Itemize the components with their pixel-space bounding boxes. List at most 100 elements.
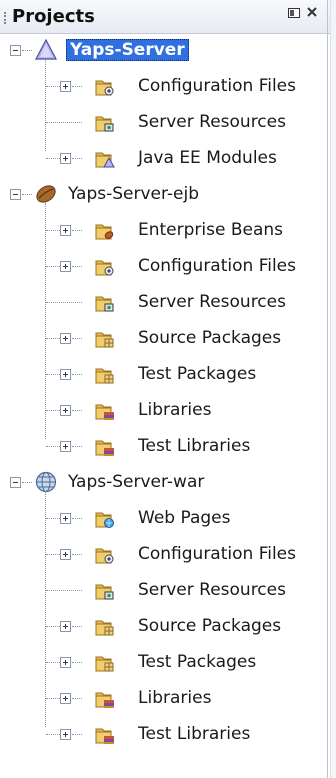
expand-toggle-icon[interactable] <box>60 405 71 416</box>
tree-connector <box>72 662 82 663</box>
tree-connector <box>72 266 82 267</box>
test-packages-folder-icon <box>94 652 116 674</box>
tree-node-label: Java EE Modules <box>138 148 277 168</box>
libraries-folder-icon <box>94 400 116 422</box>
collapse-toggle-icon[interactable] <box>10 45 21 56</box>
tree-node[interactable]: Configuration Files <box>0 249 326 283</box>
tree-connector <box>46 626 60 627</box>
tree-node-label: Server Resources <box>138 112 286 132</box>
tree-connector <box>72 446 82 447</box>
expand-toggle-icon[interactable] <box>60 729 71 740</box>
projects-panel: Projects Yaps-Server Configuration Files S… <box>0 0 336 778</box>
tree-node-label: Test Libraries <box>138 724 251 744</box>
expand-toggle-icon[interactable] <box>60 657 71 668</box>
tree-node[interactable]: Source Packages <box>0 321 326 355</box>
expand-toggle-icon[interactable] <box>60 549 71 560</box>
tree-connector <box>46 374 60 375</box>
collapse-toggle-icon[interactable] <box>10 477 21 488</box>
expand-toggle-icon[interactable] <box>60 693 71 704</box>
tree-connector <box>72 626 82 627</box>
tree-node-label: Server Resources <box>138 292 286 312</box>
enterprise-beans-folder-icon <box>94 220 116 242</box>
expand-toggle-icon[interactable] <box>60 333 71 344</box>
server-resources-folder-icon <box>94 112 116 134</box>
expand-toggle-icon[interactable] <box>60 441 71 452</box>
ear-project-icon <box>34 38 57 60</box>
tree-node[interactable]: Enterprise Beans <box>0 213 326 247</box>
tree-connector <box>46 446 60 447</box>
server-resources-folder-icon <box>94 292 116 314</box>
project-node[interactable]: Yaps-Server-ejb <box>0 177 326 211</box>
tree-connector <box>46 338 60 339</box>
web-pages-folder-icon <box>94 508 116 530</box>
tree-connector <box>72 338 82 339</box>
tree-connector <box>46 662 60 663</box>
expand-toggle-icon[interactable] <box>60 261 71 272</box>
tree-node[interactable]: Configuration Files <box>0 537 326 571</box>
tree-connector <box>46 158 60 159</box>
tree-connector <box>72 230 82 231</box>
tree-connector <box>46 266 60 267</box>
config-files-folder-icon <box>94 76 116 98</box>
tree-connector <box>72 410 82 411</box>
tree-connector <box>22 482 32 483</box>
config-files-folder-icon <box>94 544 116 566</box>
drag-grip-icon[interactable] <box>4 12 8 24</box>
tree-connector <box>46 734 60 735</box>
tree-node[interactable]: Server Resources <box>0 285 326 319</box>
panel-title: Projects <box>12 6 95 27</box>
expand-toggle-icon[interactable] <box>60 81 71 92</box>
tree-node-label: Test Libraries <box>138 436 251 456</box>
tree-node[interactable]: Test Libraries <box>0 429 326 463</box>
expand-toggle-icon[interactable] <box>60 153 71 164</box>
expand-toggle-icon[interactable] <box>60 369 71 380</box>
tree-connector <box>46 518 60 519</box>
expand-toggle-icon[interactable] <box>60 513 71 524</box>
test-libraries-folder-icon <box>94 724 116 746</box>
panel-header: Projects <box>0 0 336 34</box>
tree-connector <box>72 518 82 519</box>
tree-node[interactable]: Server Resources <box>0 105 326 139</box>
source-packages-folder-icon <box>94 328 116 350</box>
close-icon[interactable] <box>306 6 318 22</box>
test-packages-folder-icon <box>94 364 116 386</box>
source-packages-folder-icon <box>94 616 116 638</box>
expand-toggle-icon[interactable] <box>60 225 71 236</box>
tree-node[interactable]: Libraries <box>0 393 326 427</box>
tree-connector <box>72 158 82 159</box>
tree-node[interactable]: Web Pages <box>0 501 326 535</box>
test-libraries-folder-icon <box>94 436 116 458</box>
tree-node-label: Server Resources <box>138 580 286 600</box>
tree-connector <box>46 590 82 591</box>
tree-node-label: Source Packages <box>138 616 282 636</box>
project-node[interactable]: Yaps-Server <box>0 33 326 67</box>
config-files-folder-icon <box>94 256 116 278</box>
tree-node-label: Configuration Files <box>138 76 296 96</box>
tree-node[interactable]: Java EE Modules <box>0 141 326 175</box>
tree-connector <box>72 374 82 375</box>
tree-node-label: Test Packages <box>138 652 257 672</box>
tree-node[interactable]: Test Libraries <box>0 717 326 751</box>
server-resources-folder-icon <box>94 580 116 602</box>
tree-node[interactable]: Configuration Files <box>0 69 326 103</box>
tree-node[interactable]: Server Resources <box>0 573 326 607</box>
expand-toggle-icon[interactable] <box>60 621 71 632</box>
tree-node-label: Libraries <box>138 400 212 420</box>
project-node[interactable]: Yaps-Server-war <box>0 465 326 499</box>
tree-connector <box>72 698 82 699</box>
tree-connector <box>22 50 32 51</box>
tree-node[interactable]: Test Packages <box>0 357 326 391</box>
tree-node[interactable]: Test Packages <box>0 645 326 679</box>
minimize-window-icon[interactable] <box>287 6 301 24</box>
tree-node[interactable]: Source Packages <box>0 609 326 643</box>
tree-connector <box>46 302 82 303</box>
project-name: Yaps-Server <box>66 39 189 61</box>
tree-connector <box>46 698 60 699</box>
panel-splitter[interactable] <box>330 0 336 778</box>
tree-node[interactable]: Libraries <box>0 681 326 715</box>
collapse-toggle-icon[interactable] <box>10 189 21 200</box>
tree-node-label: Configuration Files <box>138 256 296 276</box>
tree-node-label: Web Pages <box>138 508 231 528</box>
project-name: Yaps-Server-war <box>68 472 205 492</box>
project-name: Yaps-Server-ejb <box>68 184 200 204</box>
